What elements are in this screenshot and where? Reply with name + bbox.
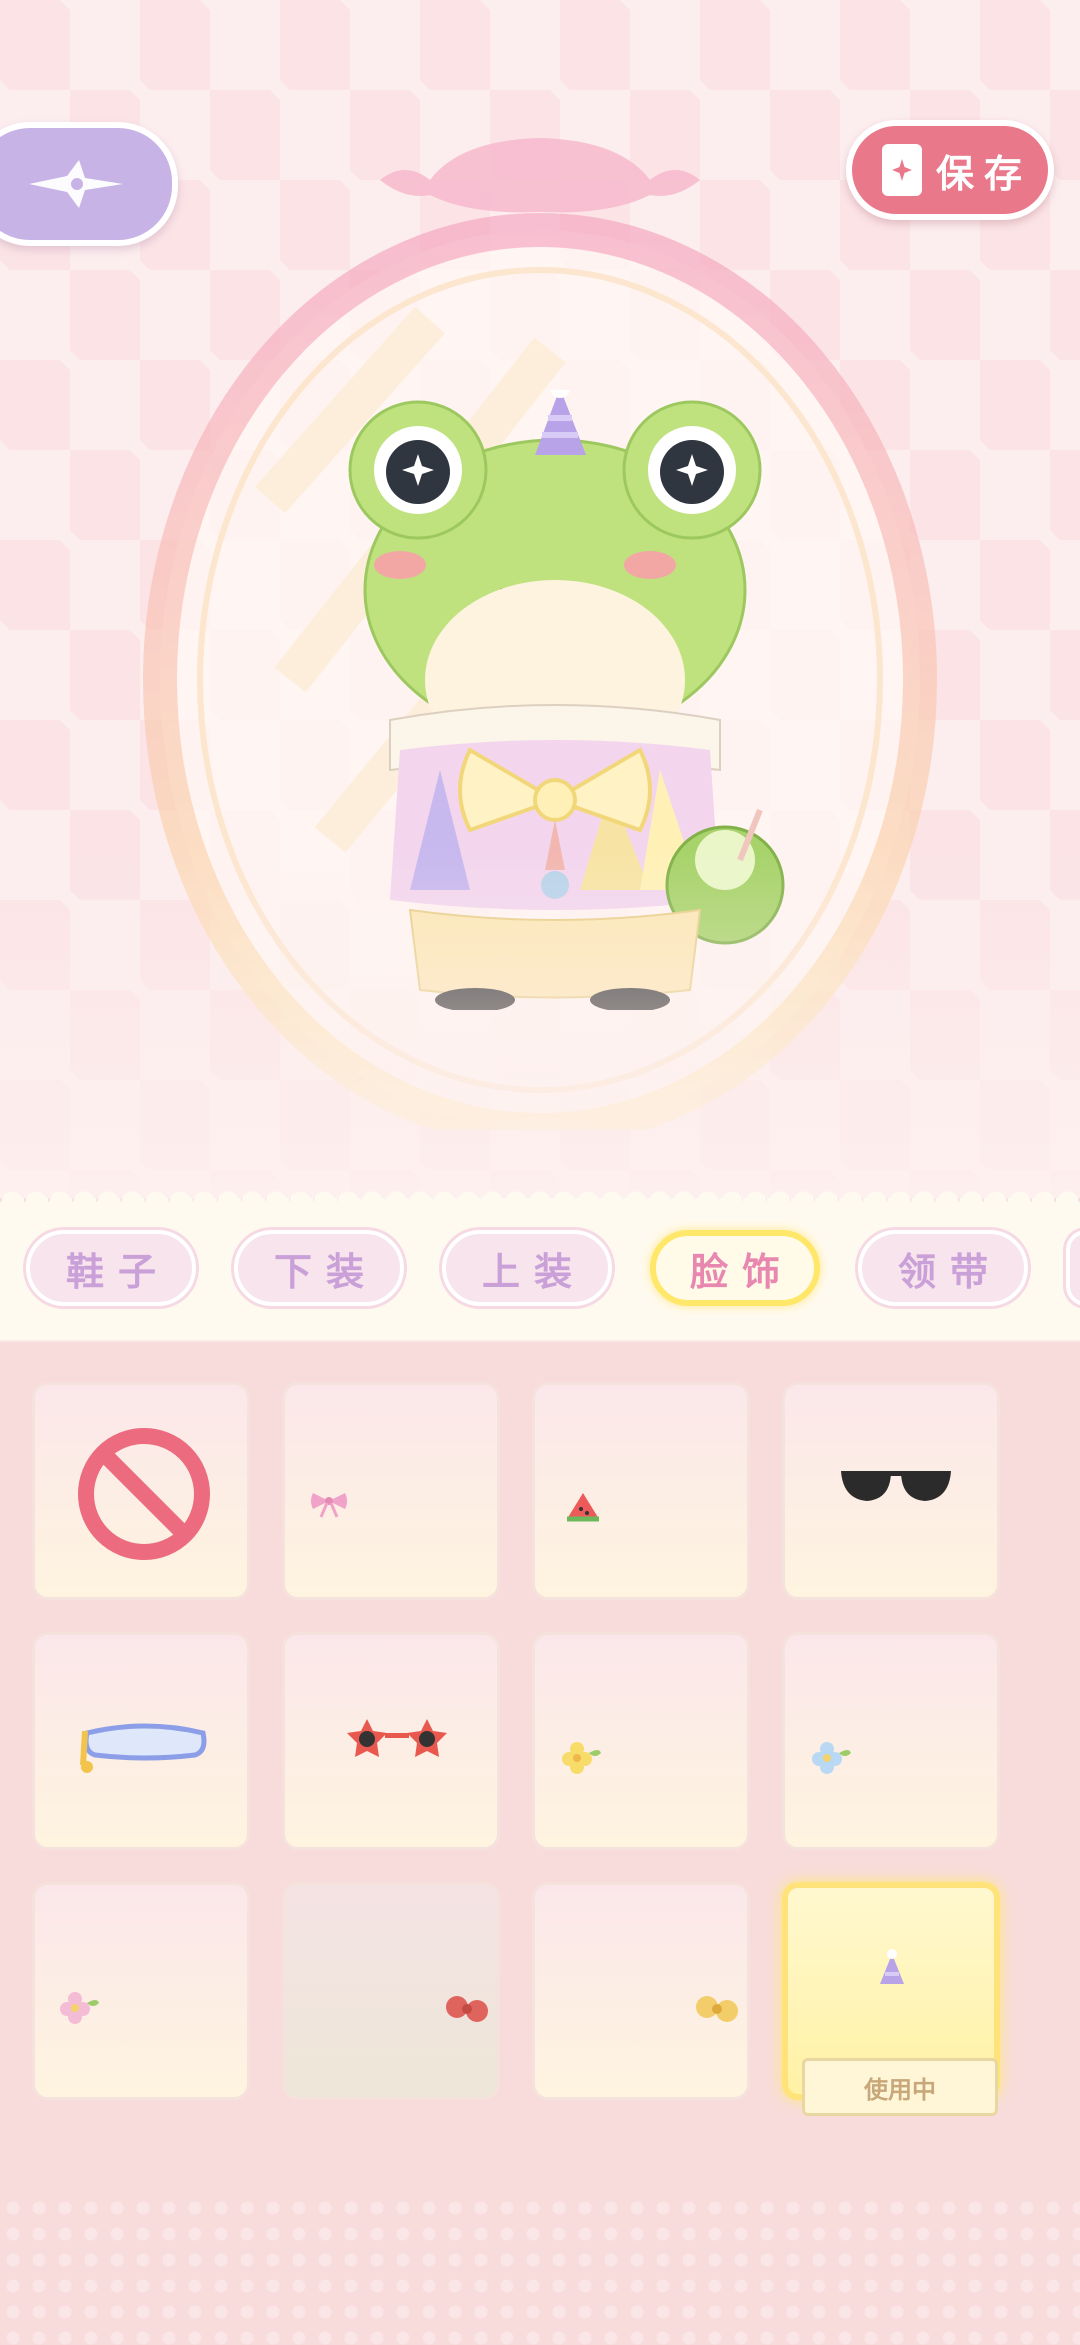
- pink-bow-icon: [311, 1493, 347, 1518]
- item-yellow-flower[interactable]: [532, 1632, 750, 1850]
- tab-shoes[interactable]: 鞋子: [26, 1230, 196, 1306]
- frog-character: [348, 390, 785, 1010]
- item-blue-goggles[interactable]: [32, 1632, 250, 1850]
- yellow-bow-icon: [696, 1996, 738, 2022]
- item-pink-bow[interactable]: [282, 1382, 500, 1600]
- watermelon-slice-icon: [567, 1493, 599, 1522]
- tab-face-accessories[interactable]: 脸饰: [650, 1230, 820, 1306]
- document-sparkle-icon: [882, 144, 922, 196]
- tab-ties[interactable]: 领带: [858, 1230, 1028, 1306]
- item-party-hat[interactable]: 使用中: [782, 1882, 1000, 2116]
- blue-flower-icon: [812, 1742, 851, 1774]
- back-button[interactable]: [0, 122, 178, 246]
- save-button-label: 保存: [936, 151, 1033, 196]
- item-yellow-bow[interactable]: [532, 1882, 750, 2100]
- red-bow-icon: [446, 1996, 488, 2022]
- black-sunglasses-icon: [841, 1471, 951, 1501]
- item-red-bow[interactable]: [282, 1882, 500, 2100]
- tabbar-lace-top: [0, 1188, 1080, 1202]
- item-black-sunglasses[interactable]: [782, 1382, 1000, 1600]
- item-watermelon[interactable]: [532, 1382, 750, 1600]
- party-hat-icon: [880, 1949, 904, 1984]
- yellow-flower-icon: [562, 1742, 601, 1774]
- save-button[interactable]: 保存: [846, 120, 1054, 220]
- item-pink-flower[interactable]: [32, 1882, 250, 2100]
- none-prohibited-icon: [78, 1428, 210, 1560]
- pink-flower-icon: [60, 1992, 99, 2024]
- in-use-badge: 使用中: [802, 2058, 998, 2116]
- item-none[interactable]: [32, 1382, 250, 1600]
- item-star-sunglasses[interactable]: [282, 1632, 500, 1850]
- blue-goggles-icon: [80, 1723, 207, 1773]
- category-tab-bar: 鞋子 下装 上装 脸饰 领带: [0, 1188, 1080, 1356]
- dressing-stage: 保存: [0, 0, 1080, 1200]
- tab-bottoms[interactable]: 下装: [234, 1230, 404, 1306]
- star-sunglasses-icon: [347, 1719, 447, 1757]
- compass-star-icon: [29, 160, 123, 208]
- tab-more[interactable]: [1066, 1230, 1080, 1306]
- item-blue-flower[interactable]: [782, 1632, 1000, 1850]
- item-grid: 使用中: [0, 1342, 1080, 2345]
- tab-tops[interactable]: 上装: [442, 1230, 612, 1306]
